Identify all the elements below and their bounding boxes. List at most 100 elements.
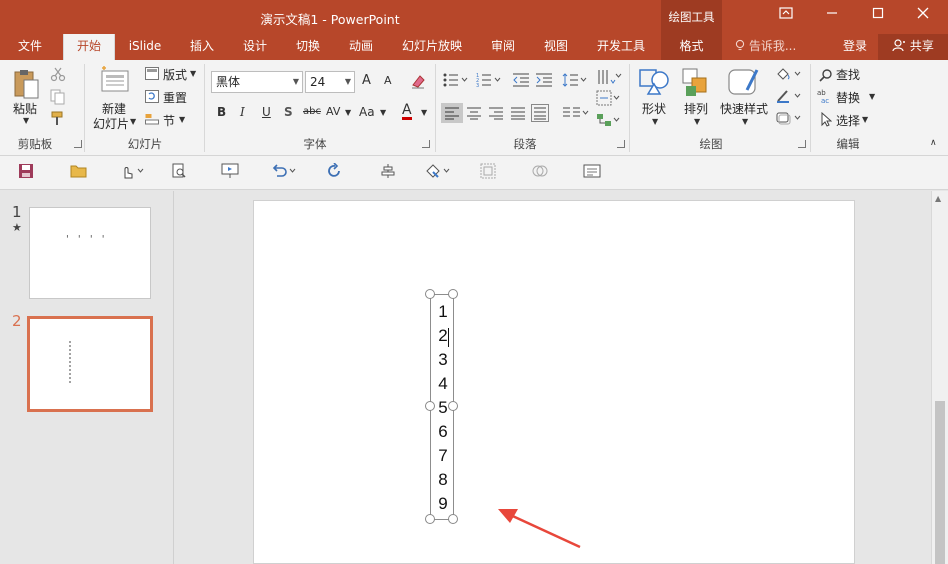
decrease-indent-icon[interactable] [512,72,530,91]
textbox-line[interactable]: 9 [431,494,455,514]
font-size-combo[interactable]: 24 ▼ [305,71,355,93]
align-objects-icon[interactable] [378,163,398,183]
textbox-line[interactable]: 6 [431,422,455,442]
cut-icon[interactable] [50,66,66,85]
paragraph-launcher-icon[interactable] [617,140,625,148]
font-launcher-icon[interactable] [422,140,430,148]
minimize-icon[interactable] [822,6,842,26]
copy-icon[interactable] [50,89,68,108]
scrollbar-thumb[interactable] [935,401,945,564]
share-button[interactable]: 共享 [878,34,948,60]
present-from-start-icon[interactable] [220,163,240,183]
tab-insert[interactable]: 插入 [178,34,226,60]
textbox-line[interactable]: 4 [431,374,455,394]
bold-button[interactable]: B [217,105,226,119]
tab-file[interactable]: 文件 [6,34,54,60]
shapes-dropdown-icon[interactable]: ▼ [652,117,658,126]
select-label[interactable]: 选择 [836,112,860,129]
grow-font-icon[interactable]: A [362,73,371,88]
font-name-combo[interactable]: 黑体 ▼ [211,71,303,93]
shape-outline-qat-icon[interactable] [424,163,454,183]
quick-styles-label[interactable]: 快速样式 [720,100,768,117]
align-text-icon[interactable] [596,90,622,109]
textbox-line[interactable]: 7 [431,446,455,466]
open-folder-icon[interactable] [69,163,89,183]
tab-developer[interactable]: 开发工具 [590,34,652,60]
arrange-dropdown-icon[interactable]: ▼ [694,117,700,126]
textbox-line[interactable]: 1 [431,302,455,322]
layout-icon[interactable] [145,67,159,83]
align-right-button[interactable] [488,105,504,124]
smartart-icon[interactable] [596,112,622,131]
quick-styles-icon[interactable] [727,66,761,101]
vertical-scrollbar[interactable]: ▲ [931,191,948,564]
text-box-icon[interactable] [582,163,602,183]
close-icon[interactable] [913,6,933,26]
clipboard-launcher-icon[interactable] [74,140,82,148]
replace-dropdown-icon[interactable]: ▼ [869,92,875,101]
strikethrough-button[interactable]: abc [303,106,321,117]
increase-indent-icon[interactable] [535,72,553,91]
shape-outline-icon[interactable] [775,88,803,107]
italic-button[interactable]: I [240,105,245,119]
arrange-label[interactable]: 排列 [684,100,708,117]
tab-design[interactable]: 设计 [231,34,279,60]
collapse-ribbon-icon[interactable]: ∧ [930,138,937,148]
scroll-up-icon[interactable]: ▲ [935,194,941,203]
select-dropdown-icon[interactable]: ▼ [862,115,868,124]
paste-dropdown-icon[interactable]: ▼ [23,116,29,125]
clear-formatting-icon[interactable] [410,73,426,92]
quick-styles-dropdown-icon[interactable]: ▼ [742,117,748,126]
ribbon-display-icon[interactable] [776,6,796,26]
touch-mode-icon[interactable] [118,163,148,183]
tab-format[interactable]: 格式 [661,34,722,60]
tab-view[interactable]: 视图 [532,34,580,60]
slide-canvas[interactable]: 1 2 3 4 5 6 7 8 9 [253,200,855,564]
numbering-icon[interactable]: 123 [476,72,502,91]
slide-thumbnail-1[interactable]: ' ' ' ' [29,207,151,299]
align-center-button[interactable] [466,105,482,124]
select-cursor-icon[interactable] [820,111,833,130]
format-painter-icon[interactable] [50,111,66,130]
group-objects-icon[interactable] [478,163,498,183]
textbox-line[interactable]: 2 [431,326,455,346]
section-label[interactable]: 节 [163,112,175,129]
change-case-button[interactable]: Aa [359,105,375,119]
reset-label[interactable]: 重置 [163,89,187,106]
find-label[interactable]: 查找 [836,66,860,83]
tab-slideshow[interactable]: 幻灯片放映 [396,34,468,60]
new-slide-dropdown-icon[interactable]: ▼ [130,117,136,126]
resize-handle-middle-left[interactable] [425,401,435,411]
layout-label[interactable]: 版式 [163,66,187,83]
reset-icon[interactable] [145,90,159,106]
shapes-icon[interactable] [638,66,670,101]
resize-handle-top-right[interactable] [448,289,458,299]
tell-me-search[interactable]: 告诉我... [735,34,796,60]
arrange-icon[interactable] [680,66,712,101]
text-direction-icon[interactable] [596,68,622,89]
columns-icon[interactable] [562,105,590,124]
login-link[interactable]: 登录 [843,34,867,60]
tab-home[interactable]: 开始 [63,34,115,60]
tab-animations[interactable]: 动画 [337,34,385,60]
shadow-button[interactable]: S [284,105,293,119]
bullets-icon[interactable] [443,72,469,91]
resize-handle-top-left[interactable] [425,289,435,299]
find-icon[interactable] [819,68,833,85]
slide-thumbnail-2[interactable] [27,316,153,412]
replace-label[interactable]: 替换 [836,89,860,106]
paste-icon[interactable] [12,68,42,103]
tab-review[interactable]: 审阅 [479,34,527,60]
paste-label[interactable]: 粘贴 [13,100,37,117]
layout-dropdown-icon[interactable]: ▼ [190,69,196,78]
merge-shapes-icon[interactable] [530,163,550,183]
shape-effects-icon[interactable] [775,110,803,129]
new-slide-icon[interactable] [100,66,130,99]
tab-transitions[interactable]: 切换 [284,34,332,60]
redo-repeat-icon[interactable] [325,162,345,183]
character-spacing-button[interactable]: AV [326,105,340,118]
font-color-button[interactable]: A [402,103,412,120]
shrink-font-icon[interactable]: A [384,74,392,87]
replace-icon[interactable]: ab ac [817,88,833,107]
chevron-down-icon[interactable]: ▼ [345,108,351,117]
